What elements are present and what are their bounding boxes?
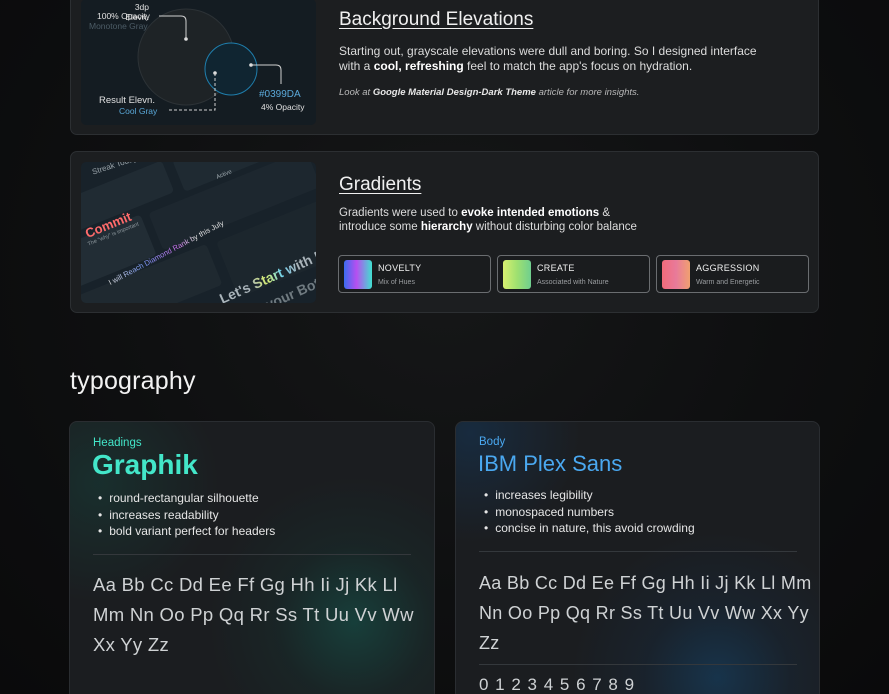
body-divider — [479, 551, 797, 552]
body-alphabet-specimen: Aa Bb Cc Dd Ee Ff Gg Hh Ii Jj Kk Ll Mm N… — [479, 573, 812, 653]
list-item: increases readability — [98, 507, 275, 524]
top-opacity-label: 100% Opacity — [97, 11, 150, 21]
create-gradient-swatch — [503, 260, 531, 289]
top-color-label: Monotone Gray — [89, 21, 148, 31]
body-font-card: Body IBM Plex Sans increases legibility … — [455, 421, 820, 694]
novelty-gradient-swatch — [344, 260, 372, 289]
body-font-name: IBM Plex Sans — [478, 451, 623, 476]
headings-label: Headings — [93, 437, 142, 449]
elevation-note: Look at Google Material Design-Dark Them… — [339, 87, 640, 98]
body-numbers-specimen: 0 1 2 3 4 5 6 7 8 9 — [479, 675, 636, 694]
headings-feature-list: round-rectangular silhouette increases r… — [98, 490, 275, 540]
chip-aggression: AGGRESSION Warm and Energetic — [656, 255, 809, 293]
list-item: bold variant perfect for headers — [98, 523, 275, 540]
typography-section-title: typography — [70, 367, 196, 395]
hex-opacity-label: 4% Opacity — [261, 102, 305, 112]
create-title: CREATE — [537, 263, 575, 273]
aggression-subtitle: Warm and Energetic — [696, 279, 760, 286]
body-feature-list: increases legibility monospaced numbers … — [484, 487, 695, 537]
gradients-description: Gradients were used to evoke intended em… — [339, 207, 637, 233]
list-item: concise in nature, this avoid crowding — [484, 520, 694, 537]
elevation-card: 3dp Elevn. 100% Opacity Monotone Gray Re… — [70, 0, 819, 135]
chip-novelty: NOVELTY Mix of Hues — [338, 255, 491, 293]
list-item: monospaced numbers — [484, 504, 695, 521]
elevation-title: Background Elevations — [339, 9, 534, 30]
elevation-description: Starting out, grayscale elevations were … — [339, 44, 757, 73]
chip-create: CREATE Associated with Nature — [497, 255, 650, 293]
create-subtitle: Associated with Nature — [537, 279, 609, 286]
list-item: increases legibility — [484, 487, 695, 504]
result-color-label: Cool Gray — [119, 106, 158, 116]
gradients-preview-image: Streak Today Active Commit The "why" is … — [81, 162, 316, 303]
gradients-title: Gradients — [339, 174, 422, 195]
body-label: Body — [479, 436, 506, 448]
gradients-card: Streak Today Active Commit The "why" is … — [70, 151, 819, 313]
novelty-subtitle: Mix of Hues — [378, 279, 415, 286]
headings-font-name: Graphik — [92, 449, 198, 480]
elevation-diagram: 3dp Elevn. 100% Opacity Monotone Gray Re… — [81, 0, 316, 125]
aggression-gradient-swatch — [662, 260, 690, 289]
body-divider-2 — [479, 664, 797, 665]
headings-font-card: Headings Graphik round-rectangular silho… — [69, 421, 435, 694]
list-item: round-rectangular silhouette — [98, 490, 275, 507]
hex-color-label: #0399DA — [259, 89, 301, 100]
headings-alphabet-specimen: Aa Bb Cc Dd Ee Ff Gg Hh Ii Jj Kk Ll Mm N… — [93, 574, 414, 655]
novelty-title: NOVELTY — [378, 263, 422, 273]
result-elevation-label: Result Elevn. — [99, 95, 155, 106]
headings-divider — [93, 554, 411, 555]
aggression-title: AGGRESSION — [696, 263, 760, 273]
